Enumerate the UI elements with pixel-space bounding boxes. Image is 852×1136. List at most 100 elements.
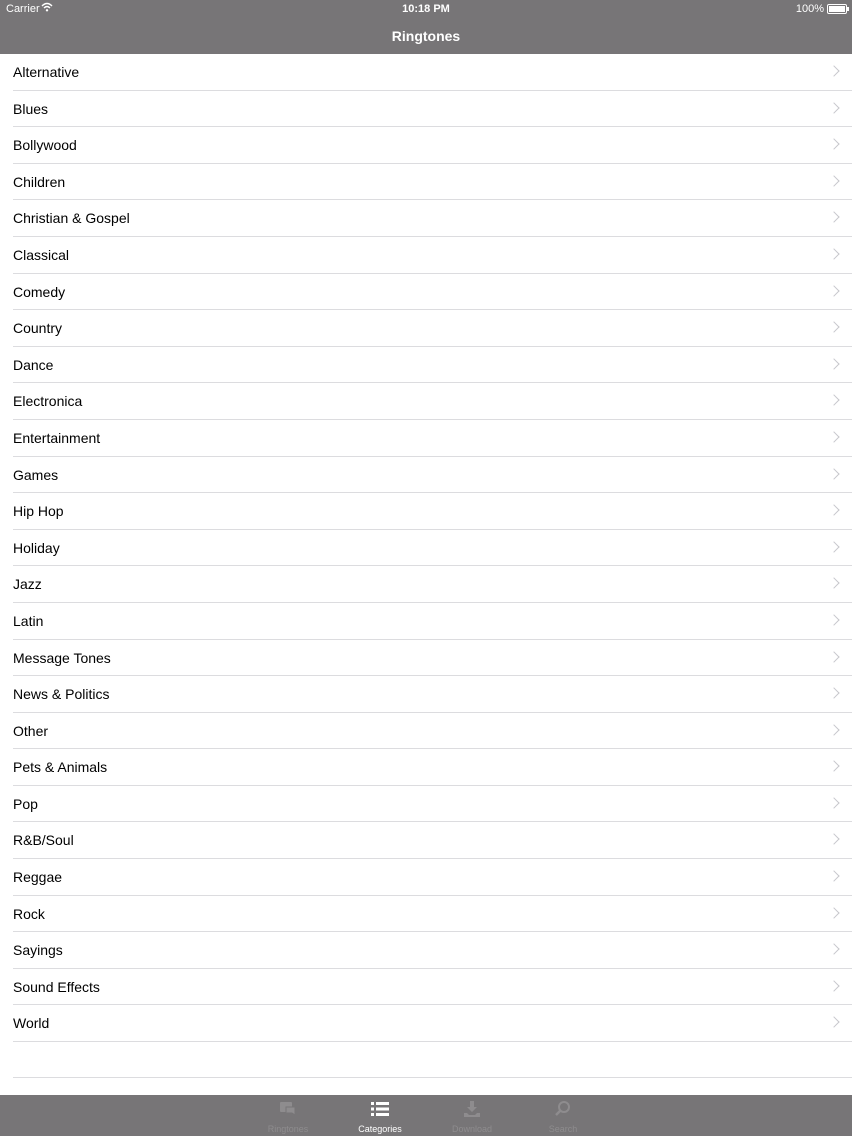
chevron-right-icon bbox=[828, 724, 840, 736]
list-item[interactable]: Alternative bbox=[0, 54, 852, 91]
list-item[interactable]: Jazz bbox=[0, 566, 852, 603]
category-label: Holiday bbox=[13, 539, 60, 556]
category-label: Pets & Animals bbox=[13, 759, 108, 776]
list-item[interactable]: Bollywood bbox=[0, 127, 852, 164]
chevron-right-icon bbox=[828, 980, 840, 992]
category-label: World bbox=[13, 1015, 50, 1032]
category-label: Hip Hop bbox=[13, 503, 64, 520]
list-item[interactable]: Sound Effects bbox=[0, 969, 852, 1006]
list-item[interactable]: Other bbox=[0, 713, 852, 750]
category-label: Other bbox=[13, 722, 49, 739]
list-item[interactable]: Dance bbox=[0, 347, 852, 384]
chevron-right-icon bbox=[828, 467, 840, 480]
category-label: Bollywood bbox=[13, 137, 77, 154]
category-label: Comedy bbox=[13, 283, 66, 300]
category-label: Alternative bbox=[13, 64, 80, 80]
chevron-right-icon bbox=[828, 431, 840, 443]
chevron-right-icon bbox=[828, 248, 840, 260]
category-label: Classical bbox=[13, 246, 70, 263]
tab-bar: Ringtones Categories Download Search bbox=[0, 1095, 852, 1136]
list-item[interactable]: Children bbox=[0, 164, 852, 201]
tab-search[interactable]: Search bbox=[518, 1095, 608, 1136]
chevron-right-icon bbox=[828, 541, 840, 553]
list-item[interactable]: R&B/Soul bbox=[0, 822, 852, 859]
category-label: Games bbox=[13, 466, 59, 483]
chevron-right-icon bbox=[828, 943, 840, 955]
navigation-bar: Ringtones bbox=[0, 18, 852, 54]
chevron-right-icon bbox=[828, 760, 840, 772]
tab-ringtones[interactable]: Ringtones bbox=[243, 1095, 333, 1136]
chevron-right-icon bbox=[828, 687, 840, 699]
chevron-right-icon bbox=[828, 101, 840, 114]
category-label: R&B/Soul bbox=[13, 832, 74, 849]
list-item[interactable]: News & Politics bbox=[0, 676, 852, 713]
chevron-right-icon bbox=[828, 614, 840, 626]
list-item[interactable]: Pop bbox=[0, 786, 852, 823]
category-label: Sound Effects bbox=[13, 978, 100, 995]
chevron-right-icon bbox=[828, 1016, 840, 1029]
category-label: Christian & Gospel bbox=[13, 210, 130, 227]
list-item[interactable]: Rock bbox=[0, 896, 852, 933]
list-item[interactable]: Games bbox=[0, 457, 852, 494]
list-item[interactable]: World bbox=[0, 1005, 852, 1042]
chevron-right-icon bbox=[828, 211, 840, 224]
list-item[interactable]: Sayings bbox=[0, 932, 852, 969]
tab-download-label: Download bbox=[451, 1124, 493, 1134]
list-item[interactable]: Christian & Gospel bbox=[0, 200, 852, 237]
list-item[interactable]: Pets & Animals bbox=[0, 749, 852, 786]
list-item[interactable]: Holiday bbox=[0, 530, 852, 567]
category-list: Alternative Blues Bollywood Children Christi… bbox=[0, 54, 852, 1042]
tab-ringtones-label: Ringtones bbox=[267, 1124, 309, 1134]
list-item[interactable]: Blues bbox=[0, 91, 852, 128]
search-icon bbox=[555, 1101, 570, 1116]
chevron-right-icon bbox=[828, 65, 840, 77]
status-time: 10:18 PM bbox=[402, 3, 450, 15]
category-label: Rock bbox=[13, 905, 45, 922]
category-label: Blues bbox=[13, 100, 49, 117]
category-label: Jazz bbox=[13, 576, 42, 593]
list-item[interactable]: Hip Hop bbox=[0, 493, 852, 530]
chevron-right-icon bbox=[828, 797, 840, 809]
chevron-right-icon bbox=[828, 175, 840, 187]
chevron-right-icon bbox=[828, 650, 840, 663]
category-label: Children bbox=[13, 173, 66, 190]
category-label: Electronica bbox=[13, 393, 83, 410]
download-icon bbox=[464, 1101, 480, 1117]
category-label: Message Tones bbox=[13, 649, 111, 666]
list-item[interactable]: Comedy bbox=[0, 274, 852, 311]
category-label: Sayings bbox=[13, 942, 63, 959]
category-label: News & Politics bbox=[13, 686, 110, 703]
list-item[interactable]: Reggae bbox=[0, 859, 852, 896]
chevron-right-icon bbox=[828, 906, 840, 919]
ringtones-icon bbox=[280, 1102, 296, 1116]
list-item[interactable]: Entertainment bbox=[0, 420, 852, 457]
page-title: Ringtones bbox=[391, 28, 461, 44]
tab-download[interactable]: Download bbox=[427, 1095, 517, 1136]
list-item[interactable]: Country bbox=[0, 310, 852, 347]
chevron-right-icon bbox=[828, 833, 840, 846]
list-item[interactable]: Electronica bbox=[0, 383, 852, 420]
list-item[interactable]: Latin bbox=[0, 603, 852, 640]
list-item[interactable]: Message Tones bbox=[0, 640, 852, 677]
chevron-right-icon bbox=[828, 577, 840, 589]
list-icon bbox=[371, 1102, 389, 1116]
category-label: Pop bbox=[13, 795, 38, 812]
chevron-right-icon bbox=[828, 284, 840, 297]
chevron-right-icon bbox=[828, 358, 840, 370]
list-item[interactable]: Classical bbox=[0, 237, 852, 274]
tab-search-label: Search bbox=[548, 1124, 578, 1134]
status-bar: Carrier 10:18 PM 100% bbox=[0, 0, 852, 18]
chevron-right-icon bbox=[828, 394, 840, 407]
category-label: Dance bbox=[13, 356, 54, 373]
chevron-right-icon bbox=[828, 321, 840, 333]
category-label: Latin bbox=[13, 612, 44, 629]
battery-icon bbox=[827, 4, 849, 14]
tab-categories[interactable]: Categories bbox=[335, 1095, 425, 1136]
category-label: Entertainment bbox=[13, 429, 101, 446]
category-label: Reggae bbox=[13, 869, 63, 886]
category-label: Country bbox=[13, 320, 63, 337]
battery-percent: 100% bbox=[795, 3, 824, 15]
chevron-right-icon bbox=[828, 504, 840, 516]
tab-categories-label: Categories bbox=[358, 1124, 402, 1134]
list-separator bbox=[0, 1077, 852, 1078]
